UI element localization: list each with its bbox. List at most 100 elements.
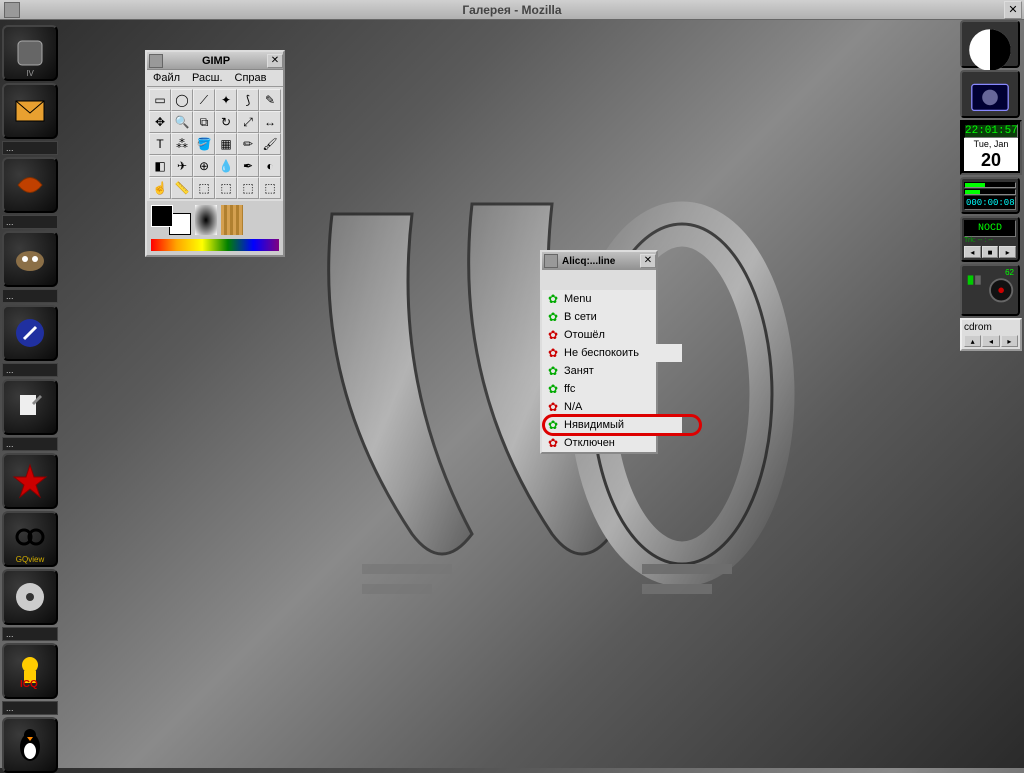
dock-ellipsis[interactable]: ... bbox=[2, 701, 58, 715]
tool-pen[interactable]: ✎ bbox=[259, 89, 281, 111]
tool-zoom[interactable]: 🔍 bbox=[171, 111, 193, 133]
dock-ellipsis[interactable]: ... bbox=[2, 363, 58, 377]
alicq-item-invisible[interactable]: ✿Нявидимый bbox=[542, 416, 682, 434]
gimp-titlebar[interactable]: GIMP ✕ bbox=[147, 52, 283, 70]
dock-icq[interactable]: ICQ bbox=[2, 643, 58, 699]
gimp-menu-help[interactable]: Справ bbox=[229, 70, 273, 86]
cdrom-widget: cdrom ▴ ◂ ▸ bbox=[960, 318, 1022, 351]
cdrom-eject-button[interactable]: ▴ bbox=[964, 335, 981, 347]
tool-x2[interactable]: ⬚ bbox=[215, 177, 237, 199]
mixer-widget[interactable]: 62 bbox=[960, 264, 1020, 316]
tool-clone[interactable]: ⊕ bbox=[193, 155, 215, 177]
tool-gradient[interactable]: ▦ bbox=[215, 133, 237, 155]
track-stop-button[interactable]: ■ bbox=[982, 246, 999, 258]
alicq-item-offline[interactable]: ✿Отключен bbox=[542, 434, 656, 452]
tool-x1[interactable]: ⬚ bbox=[193, 177, 215, 199]
svg-text:ICQ: ICQ bbox=[20, 679, 38, 690]
tool-bucket[interactable]: 🪣 bbox=[193, 133, 215, 155]
gimp-menu-file[interactable]: Файл bbox=[147, 70, 186, 86]
tool-bezier[interactable]: ⟆ bbox=[237, 89, 259, 111]
dock-disc[interactable] bbox=[2, 569, 58, 625]
widget-monitor[interactable] bbox=[960, 70, 1020, 118]
tool-flip[interactable]: ↔ bbox=[259, 111, 281, 133]
tool-blur[interactable]: 💧 bbox=[215, 155, 237, 177]
cdrom-label: cdrom bbox=[964, 322, 1018, 333]
gimp-gradient-indicator[interactable] bbox=[151, 239, 279, 251]
dock-edit[interactable] bbox=[2, 379, 58, 435]
tool-measure[interactable]: 📏 bbox=[171, 177, 193, 199]
clock-widget[interactable]: 22:01:57 Tue, Jan 20 bbox=[960, 120, 1022, 175]
gimp-window-icon[interactable] bbox=[149, 54, 163, 68]
dock-star[interactable] bbox=[2, 453, 58, 509]
dock-penguin[interactable] bbox=[2, 717, 58, 773]
main-titlebar: Галерея - Mozilla ✕ bbox=[0, 0, 1024, 20]
gimp-brush-indicator[interactable] bbox=[195, 205, 217, 235]
tool-rect-select[interactable]: ▭ bbox=[149, 89, 171, 111]
flower-icon: ✿ bbox=[546, 400, 560, 414]
alicq-item-menu[interactable]: ✿Menu bbox=[542, 290, 656, 308]
alicq-titlebar[interactable]: Alicq:...line ✕ bbox=[542, 252, 656, 270]
cdrom-prev-button[interactable]: ◂ bbox=[982, 335, 999, 347]
dock-ellipsis[interactable]: ... bbox=[2, 289, 58, 303]
alicq-item-na[interactable]: ✿N/A bbox=[542, 398, 656, 416]
alicq-item-online[interactable]: ✿В сети bbox=[542, 308, 656, 326]
flower-icon: ✿ bbox=[546, 436, 560, 450]
mixer-value: 62 bbox=[1005, 268, 1014, 277]
dock-mail[interactable] bbox=[2, 83, 58, 139]
dock-brush[interactable] bbox=[2, 305, 58, 361]
tool-move[interactable]: ✥ bbox=[149, 111, 171, 133]
dock-clip[interactable]: IV bbox=[2, 25, 58, 81]
track-label: Trk: -- : -- bbox=[964, 237, 1016, 244]
cdrom-next-button[interactable]: ▸ bbox=[1001, 335, 1018, 347]
gimp-pattern-indicator[interactable] bbox=[221, 205, 243, 235]
close-button[interactable]: ✕ bbox=[1004, 1, 1022, 19]
gimp-close-button[interactable]: ✕ bbox=[267, 54, 283, 68]
gimp-title: GIMP bbox=[165, 55, 267, 67]
tool-eraser[interactable]: ◧ bbox=[149, 155, 171, 177]
gimp-fg-bg[interactable] bbox=[151, 205, 191, 235]
tool-brush[interactable]: 🖌 bbox=[259, 133, 281, 155]
alicq-close-button[interactable]: ✕ bbox=[640, 254, 656, 268]
flower-icon: ✿ bbox=[546, 382, 560, 396]
dock-gimp[interactable] bbox=[2, 231, 58, 287]
cpu-meter-widget: 000:00:08 bbox=[960, 177, 1020, 214]
alicq-item-busy[interactable]: ✿Занят bbox=[542, 362, 656, 380]
track-next-button[interactable]: ▸ bbox=[999, 246, 1016, 258]
meter-1 bbox=[964, 182, 1016, 188]
dock-ellipsis[interactable]: ... bbox=[2, 141, 58, 155]
tool-x3[interactable]: ⬚ bbox=[237, 177, 259, 199]
dock-ddd[interactable] bbox=[2, 157, 58, 213]
tool-rotate[interactable]: ↻ bbox=[215, 111, 237, 133]
tool-crop[interactable]: ⧉ bbox=[193, 111, 215, 133]
dock-ellipsis[interactable]: ... bbox=[2, 627, 58, 641]
alicq-item-away[interactable]: ✿Отошёл bbox=[542, 326, 656, 344]
window-icon[interactable] bbox=[4, 2, 20, 18]
dock-gqview[interactable]: GQview bbox=[2, 511, 58, 567]
tool-scale[interactable]: ⤢ bbox=[237, 111, 259, 133]
tool-x4[interactable]: ⬚ bbox=[259, 177, 281, 199]
tool-airbrush[interactable]: ✈ bbox=[171, 155, 193, 177]
tool-ink[interactable]: ✒ bbox=[237, 155, 259, 177]
dock-ellipsis[interactable]: ... bbox=[2, 437, 58, 451]
dock-ellipsis[interactable]: ... bbox=[2, 215, 58, 229]
track-prev-button[interactable]: ◂ bbox=[964, 246, 981, 258]
gimp-fg-color[interactable] bbox=[151, 205, 173, 227]
alicq-title: Alicq:...line bbox=[560, 256, 640, 267]
tool-wand[interactable]: ✦ bbox=[215, 89, 237, 111]
alicq-item-dnd[interactable]: ✿Не беспокоить bbox=[542, 344, 682, 362]
tool-dodge[interactable]: ◐ bbox=[259, 155, 281, 177]
alicq-item-ffc[interactable]: ✿ffc bbox=[542, 380, 656, 398]
tool-ellipse-select[interactable]: ◯ bbox=[171, 89, 193, 111]
tool-smudge[interactable]: ☝ bbox=[149, 177, 171, 199]
tool-text[interactable]: T bbox=[149, 133, 171, 155]
tool-lasso[interactable]: ⟋ bbox=[193, 89, 215, 111]
flower-icon: ✿ bbox=[546, 364, 560, 378]
tool-pencil[interactable]: ✏ bbox=[237, 133, 259, 155]
widget-logo[interactable] bbox=[960, 20, 1020, 68]
alicq-window-icon[interactable] bbox=[544, 254, 558, 268]
tool-picker[interactable]: ⁂ bbox=[171, 133, 193, 155]
gimp-menu-ext[interactable]: Расш. bbox=[186, 70, 228, 86]
flower-icon: ✿ bbox=[546, 418, 560, 432]
alicq-window: Alicq:...line ✕ ✿Menu ✿В сети ✿Отошёл ✿Н… bbox=[540, 250, 658, 454]
clock-time: 22:01:57 bbox=[964, 124, 1018, 138]
